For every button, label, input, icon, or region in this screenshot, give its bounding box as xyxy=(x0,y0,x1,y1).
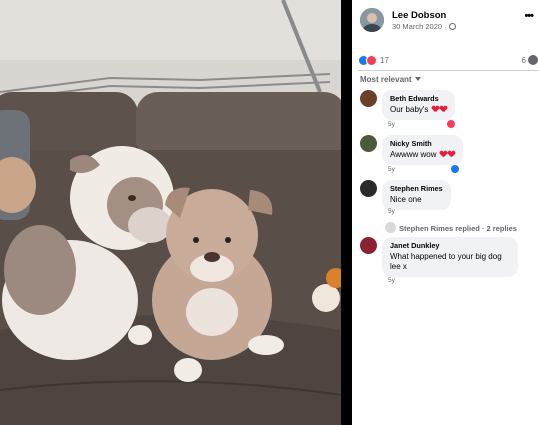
comment-item: Janet Dunkley What happened to your big … xyxy=(360,237,538,289)
commenter-avatar[interactable] xyxy=(360,135,377,152)
comment-text: What happened to your big dog lee x xyxy=(390,252,502,271)
separator xyxy=(358,70,539,71)
commenter-name[interactable]: Nicky Smith xyxy=(390,139,455,148)
puppies-photo xyxy=(0,0,341,425)
heart-emoji-icon xyxy=(448,151,455,157)
comment-sort-dropdown[interactable]: Most relevant xyxy=(360,75,421,84)
love-reaction-badge-icon[interactable] xyxy=(446,119,456,129)
comment-bubble: Nicky Smith Awwww wow xyxy=(382,135,463,165)
post-meta: 30 March 2020 · xyxy=(392,22,456,31)
heart-emoji-icon xyxy=(440,151,447,157)
panel-divider xyxy=(341,0,352,425)
comment-text: Awwww wow xyxy=(390,150,455,160)
comment-bubble: Beth Edwards Our baby's xyxy=(382,90,455,120)
comment-text: Nice one xyxy=(390,195,422,204)
comment-age[interactable]: 5y xyxy=(388,208,395,215)
comment-bubble: Stephen Rimes Nice one xyxy=(382,180,451,210)
comment-item: Beth Edwards Our baby's 5y xyxy=(360,90,538,132)
post-header: Lee Dobson 30 March 2020 · ••• xyxy=(360,8,535,34)
post-date[interactable]: 30 March 2020 xyxy=(392,22,442,31)
like-reaction-badge-icon[interactable] xyxy=(450,164,460,174)
replies-label: Stephen Rimes replied · 2 replies xyxy=(399,224,517,233)
reply-avatar-icon xyxy=(385,222,396,233)
more-options-icon[interactable]: ••• xyxy=(524,10,534,22)
love-reaction-icon xyxy=(366,55,377,66)
commenter-avatar[interactable] xyxy=(360,237,377,254)
reaction-count[interactable]: 17 xyxy=(380,56,389,65)
view-replies-link[interactable]: Stephen Rimes replied · 2 replies xyxy=(385,222,517,233)
heart-emoji-icon xyxy=(440,106,447,112)
author-name[interactable]: Lee Dobson xyxy=(392,10,446,21)
comment-text: Our baby's xyxy=(390,105,447,115)
reaction-summary[interactable]: 17 6 xyxy=(358,55,538,67)
comment-bubble: Janet Dunkley What happened to your big … xyxy=(382,237,518,277)
meta-separator: · xyxy=(442,22,449,31)
commenter-name[interactable]: Janet Dunkley xyxy=(390,241,510,250)
comment-age[interactable]: 5y xyxy=(388,166,395,173)
globe-icon xyxy=(448,23,456,30)
comment-age[interactable]: 5y xyxy=(388,121,395,128)
caret-down-icon xyxy=(414,77,421,81)
commenter-name[interactable]: Stephen Rimes xyxy=(390,184,443,193)
comment-icon xyxy=(528,55,538,65)
post-side-panel: Lee Dobson 30 March 2020 · ••• 17 6 Most… xyxy=(352,0,539,425)
photo-viewer[interactable] xyxy=(0,0,341,425)
comment-item: Stephen Rimes Nice one 5y xyxy=(360,180,538,220)
comment-age[interactable]: 5y xyxy=(388,277,395,284)
comment-item: Nicky Smith Awwww wow 5y xyxy=(360,135,538,177)
heart-emoji-icon xyxy=(432,106,439,112)
commenter-avatar[interactable] xyxy=(360,180,377,197)
sort-label: Most relevant xyxy=(360,75,412,84)
comment-count[interactable]: 6 xyxy=(522,56,526,65)
author-avatar[interactable] xyxy=(360,8,384,32)
commenter-avatar[interactable] xyxy=(360,90,377,107)
commenter-name[interactable]: Beth Edwards xyxy=(390,94,447,103)
